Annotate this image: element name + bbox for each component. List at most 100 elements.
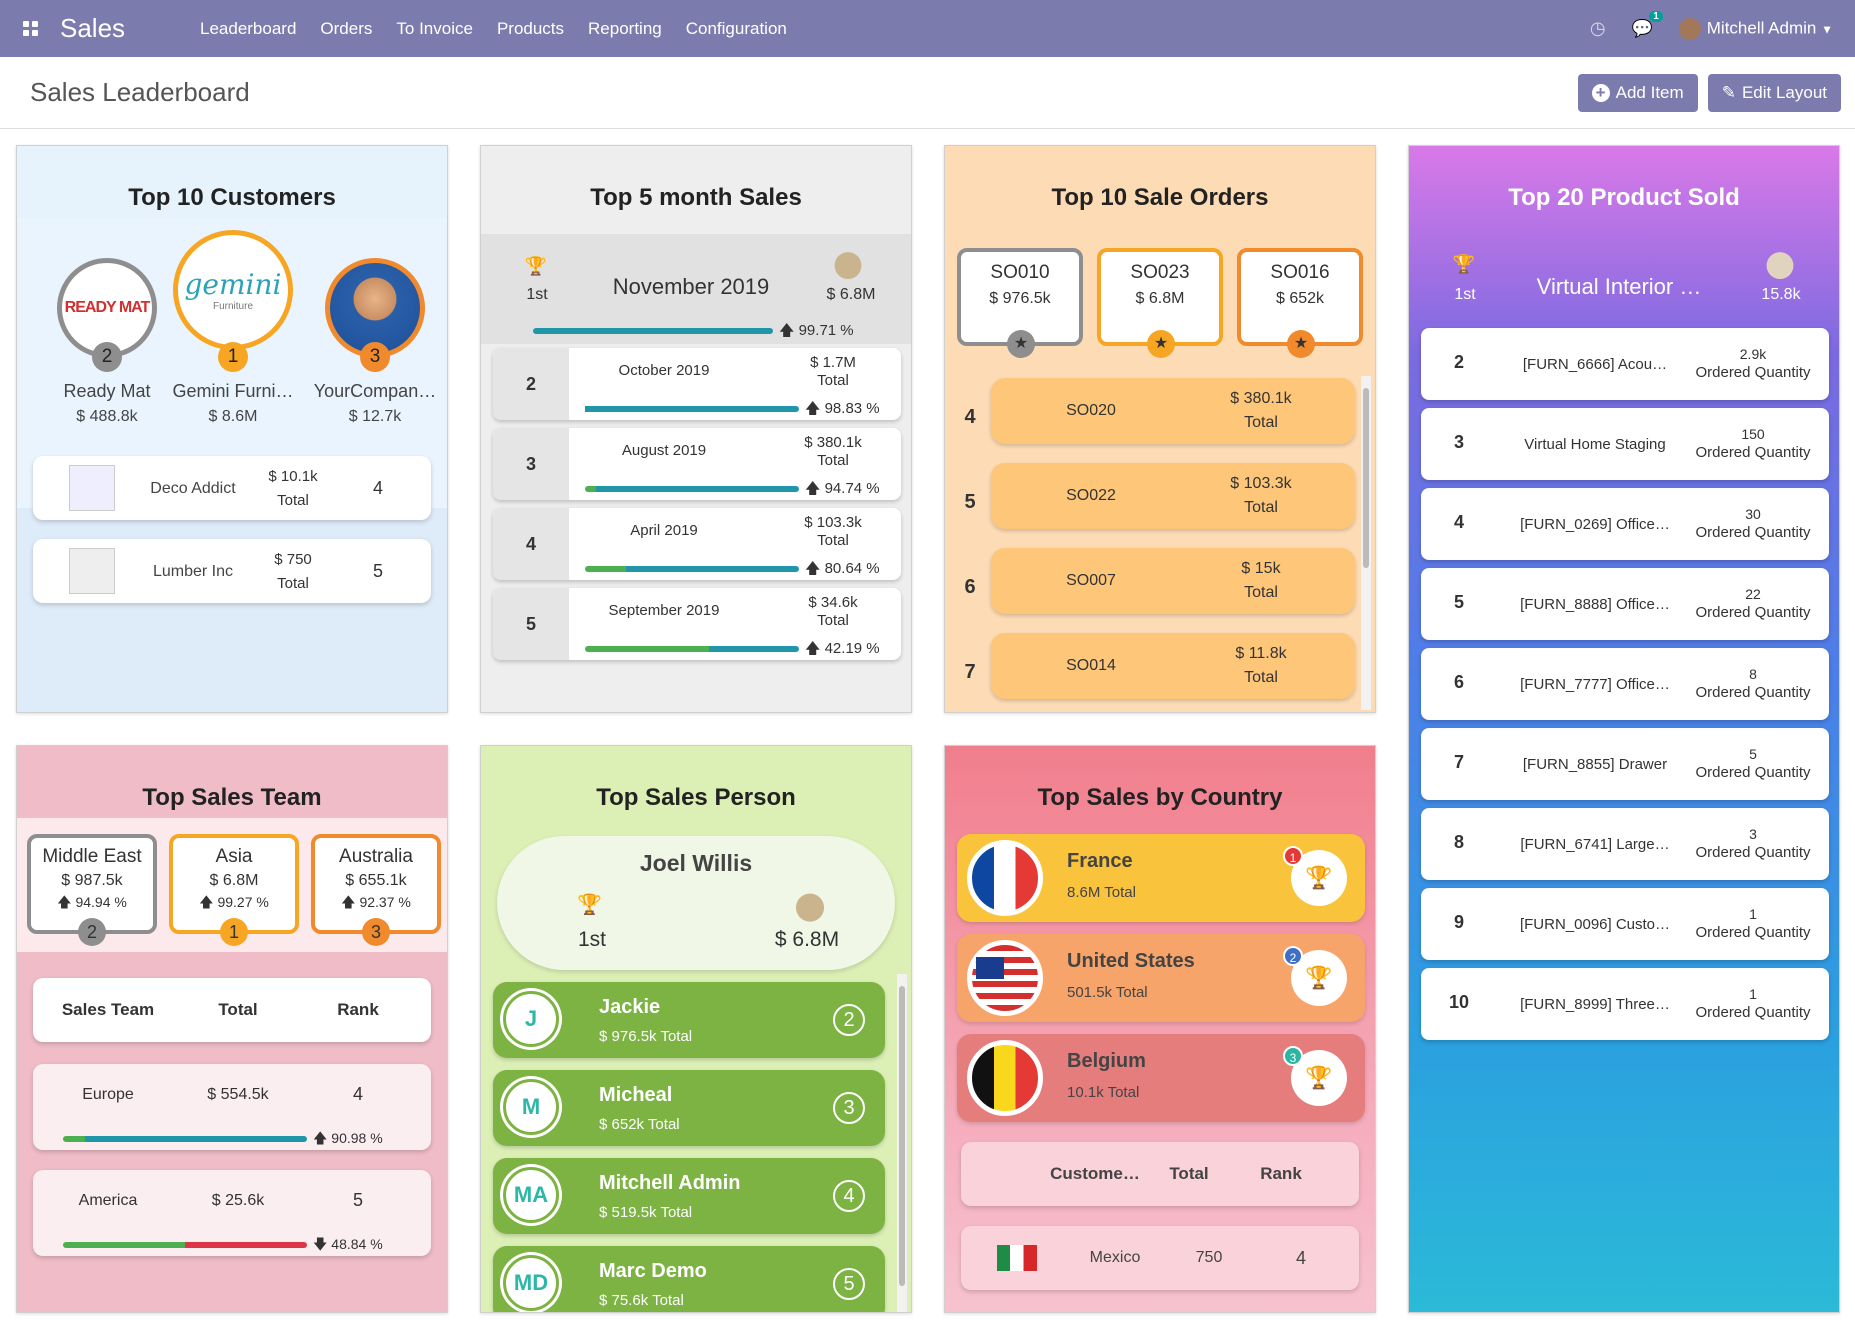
team-podium-2[interactable]: Middle East $ 987.5k 🡅 94.94 % 2 xyxy=(27,834,157,946)
order-podium-3[interactable]: SO016 $ 652k ★ xyxy=(1237,248,1363,358)
month-name: April 2019 xyxy=(630,522,698,539)
rank-badge: 2 xyxy=(1283,946,1303,966)
country-row[interactable]: Mexico 750 4 xyxy=(961,1226,1359,1290)
team-value: $ 655.1k xyxy=(345,872,407,889)
progress-teal xyxy=(709,646,799,652)
product-qty-label: Ordered Quantity xyxy=(1695,844,1811,861)
country-value: 501.5k Total xyxy=(1067,984,1148,1001)
team-podium-3[interactable]: Australia $ 655.1k 🡅 92.37 % 3 xyxy=(311,834,441,946)
order-row[interactable]: SO007 $ 15k Total xyxy=(991,548,1355,614)
order-row[interactable]: SO020 $ 380.1k Total xyxy=(991,378,1355,444)
chat-icon[interactable]: 💬 1 xyxy=(1632,10,1663,39)
product-row[interactable]: 9 [FURN_0096] Custo… 1 Ordered Quantity xyxy=(1421,888,1829,960)
menu-reporting[interactable]: Reporting xyxy=(588,19,662,39)
edit-layout-button[interactable]: ✎ Edit Layout xyxy=(1707,73,1841,112)
product-row[interactable]: 3 Virtual Home Staging 150 Ordered Quantity xyxy=(1421,408,1829,480)
customer-value: $ 10.1k xyxy=(268,468,318,485)
person-value: $ 6.8M xyxy=(774,928,840,951)
month-row[interactable]: 2 October 2019 $ 1.7M Total 🡅 98.83 % xyxy=(493,348,901,420)
country-table-header: Custome… Total Rank xyxy=(961,1142,1359,1206)
product-rank: 7 xyxy=(1453,752,1464,772)
month-row[interactable]: 4 April 2019 $ 103.3k Total 🡅 80.64 % xyxy=(493,508,901,580)
person-row[interactable]: J Jackie $ 976.5k Total 2 xyxy=(493,982,885,1058)
product-row[interactable]: 6 [FURN_7777] Office… 8 Ordered Quantity xyxy=(1421,648,1829,720)
team-pct: 🡇 48.84 % xyxy=(313,1236,383,1252)
customer-row[interactable]: Deco Addict $ 10.1k Total 4 xyxy=(33,456,431,520)
menu-configuration[interactable]: Configuration xyxy=(686,19,787,39)
month-rank: 2 xyxy=(493,348,569,420)
column-header-rank: Rank xyxy=(1260,1164,1302,1183)
month-first[interactable]: 🏆 1st November 2019 $ 6.8M 🡅 99.71 % xyxy=(481,234,911,344)
person-row[interactable]: M Micheal $ 652k Total 3 xyxy=(493,1070,885,1146)
order-row[interactable]: SO022 $ 103.3k Total xyxy=(991,463,1355,529)
card-title: Top Sales by Country xyxy=(1037,784,1283,811)
person-row[interactable]: MD Marc Demo $ 75.6k Total 5 xyxy=(493,1246,885,1312)
order-value: $ 380.1k xyxy=(1230,390,1292,407)
product-rank: 4 xyxy=(1453,512,1464,532)
scrollbar[interactable] xyxy=(1361,376,1371,710)
product-row[interactable]: 5 [FURN_8888] Office… 22 Ordered Quantity xyxy=(1421,568,1829,640)
menu-products[interactable]: Products xyxy=(497,19,564,39)
person-avatar: J xyxy=(503,991,559,1047)
product-row[interactable]: 7 [FURN_8855] Drawer 5 Ordered Quantity xyxy=(1421,728,1829,800)
order-podium-2[interactable]: SO023 $ 6.8M ★ xyxy=(1097,248,1223,358)
customer-row[interactable]: Lumber Inc $ 750 Total 5 xyxy=(33,539,431,603)
product-first[interactable]: 🏆 1st Virtual Interior … 15.8k xyxy=(1409,234,1839,324)
rank-badge: 3 xyxy=(1283,1046,1303,1066)
progress-teal xyxy=(585,406,799,412)
user-menu[interactable]: Mitchell Admin ▼ xyxy=(1678,17,1833,40)
caret-down-icon: ▼ xyxy=(1821,21,1833,36)
team-name: America xyxy=(78,1192,138,1209)
team-name: Australia xyxy=(339,846,413,867)
app-name[interactable]: Sales xyxy=(60,13,200,44)
team-row[interactable]: America $ 25.6k 5 🡇 48.84 % xyxy=(33,1170,431,1256)
customer-podium-3[interactable]: 3 YourCompan… $ 12.7k xyxy=(309,258,441,425)
customer-value: $ 12.7k xyxy=(348,408,402,425)
product-rank: 8 xyxy=(1453,832,1464,852)
menu-orders[interactable]: Orders xyxy=(320,19,372,39)
product-qty-label: Ordered Quantity xyxy=(1695,764,1811,781)
person-name: Micheal xyxy=(599,1084,673,1106)
order-name: SO016 xyxy=(1270,262,1330,283)
country-podium-1[interactable]: France 8.6M Total 🏆 1 xyxy=(957,834,1365,922)
country-podium-2[interactable]: United States 501.5k Total 🏆 2 xyxy=(957,934,1365,1022)
add-item-button[interactable]: + Add Item xyxy=(1577,73,1698,112)
product-qty-label: Ordered Quantity xyxy=(1695,444,1811,461)
menu-leaderboard[interactable]: Leaderboard xyxy=(200,19,296,39)
product-qty: 3 xyxy=(1749,826,1757,842)
order-row[interactable]: SO014 $ 11.8k Total xyxy=(991,633,1355,699)
person-row[interactable]: MA Mitchell Admin $ 519.5k Total 4 xyxy=(493,1158,885,1234)
month-row[interactable]: 3 August 2019 $ 380.1k Total 🡅 94.74 % xyxy=(493,428,901,500)
column-header-total: Total xyxy=(218,1000,258,1019)
customer-podium-2[interactable]: READY MAT 2 Ready Mat $ 488.8k xyxy=(41,258,173,425)
country-value: 8.6M Total xyxy=(1067,884,1136,901)
apps-menu-icon[interactable] xyxy=(0,21,60,36)
clock-icon[interactable]: ◷ xyxy=(1590,18,1606,39)
customer-podium-1[interactable]: gemini Furniture 1 Gemini Furni… $ 8.6M xyxy=(167,230,299,425)
scrollbar[interactable] xyxy=(897,974,907,1312)
product-row[interactable]: 4 [FURN_0269] Office… 30 Ordered Quantity xyxy=(1421,488,1829,560)
product-row[interactable]: 8 [FURN_6741] Large… 3 Ordered Quantity xyxy=(1421,808,1829,880)
menu-to-invoice[interactable]: To Invoice xyxy=(396,19,473,39)
team-value: $ 987.5k xyxy=(61,872,123,889)
order-value: $ 976.5k xyxy=(989,290,1051,307)
team-podium-1[interactable]: Asia $ 6.8M 🡅 99.27 % 1 xyxy=(169,834,299,946)
product-name: [FURN_0269] Office… xyxy=(1520,516,1670,533)
team-row[interactable]: Europe $ 554.5k 4 🡅 90.98 % xyxy=(33,1064,431,1150)
product-rank: 10 xyxy=(1448,992,1470,1012)
person-first[interactable]: Joel Willis 🏆 1st $ 6.8M xyxy=(497,836,895,970)
team-pct: 🡅 90.98 % xyxy=(313,1130,383,1146)
month-row[interactable]: 5 September 2019 $ 34.6k Total 🡅 42.19 % xyxy=(493,588,901,660)
order-podium-1[interactable]: SO010 $ 976.5k ★ xyxy=(957,248,1083,358)
order-value: $ 15k xyxy=(1241,560,1281,577)
month-rank: 1st xyxy=(526,286,548,303)
team-pct-text: 90.98 % xyxy=(331,1130,383,1146)
progress-teal xyxy=(596,486,799,492)
person-rank: 1st xyxy=(577,928,606,951)
country-podium-3[interactable]: Belgium 10.1k Total 🏆 3 xyxy=(957,1034,1365,1122)
product-row[interactable]: 2 [FURN_6666] Acou… 2.9k Ordered Quantity xyxy=(1421,328,1829,400)
product-row[interactable]: 10 [FURN_8999] Three… 1 Ordered Quantity xyxy=(1421,968,1829,1040)
progress-bar xyxy=(185,1242,307,1248)
month-pct: 🡅 94.74 % xyxy=(805,480,880,497)
order-name: SO014 xyxy=(1066,657,1116,674)
